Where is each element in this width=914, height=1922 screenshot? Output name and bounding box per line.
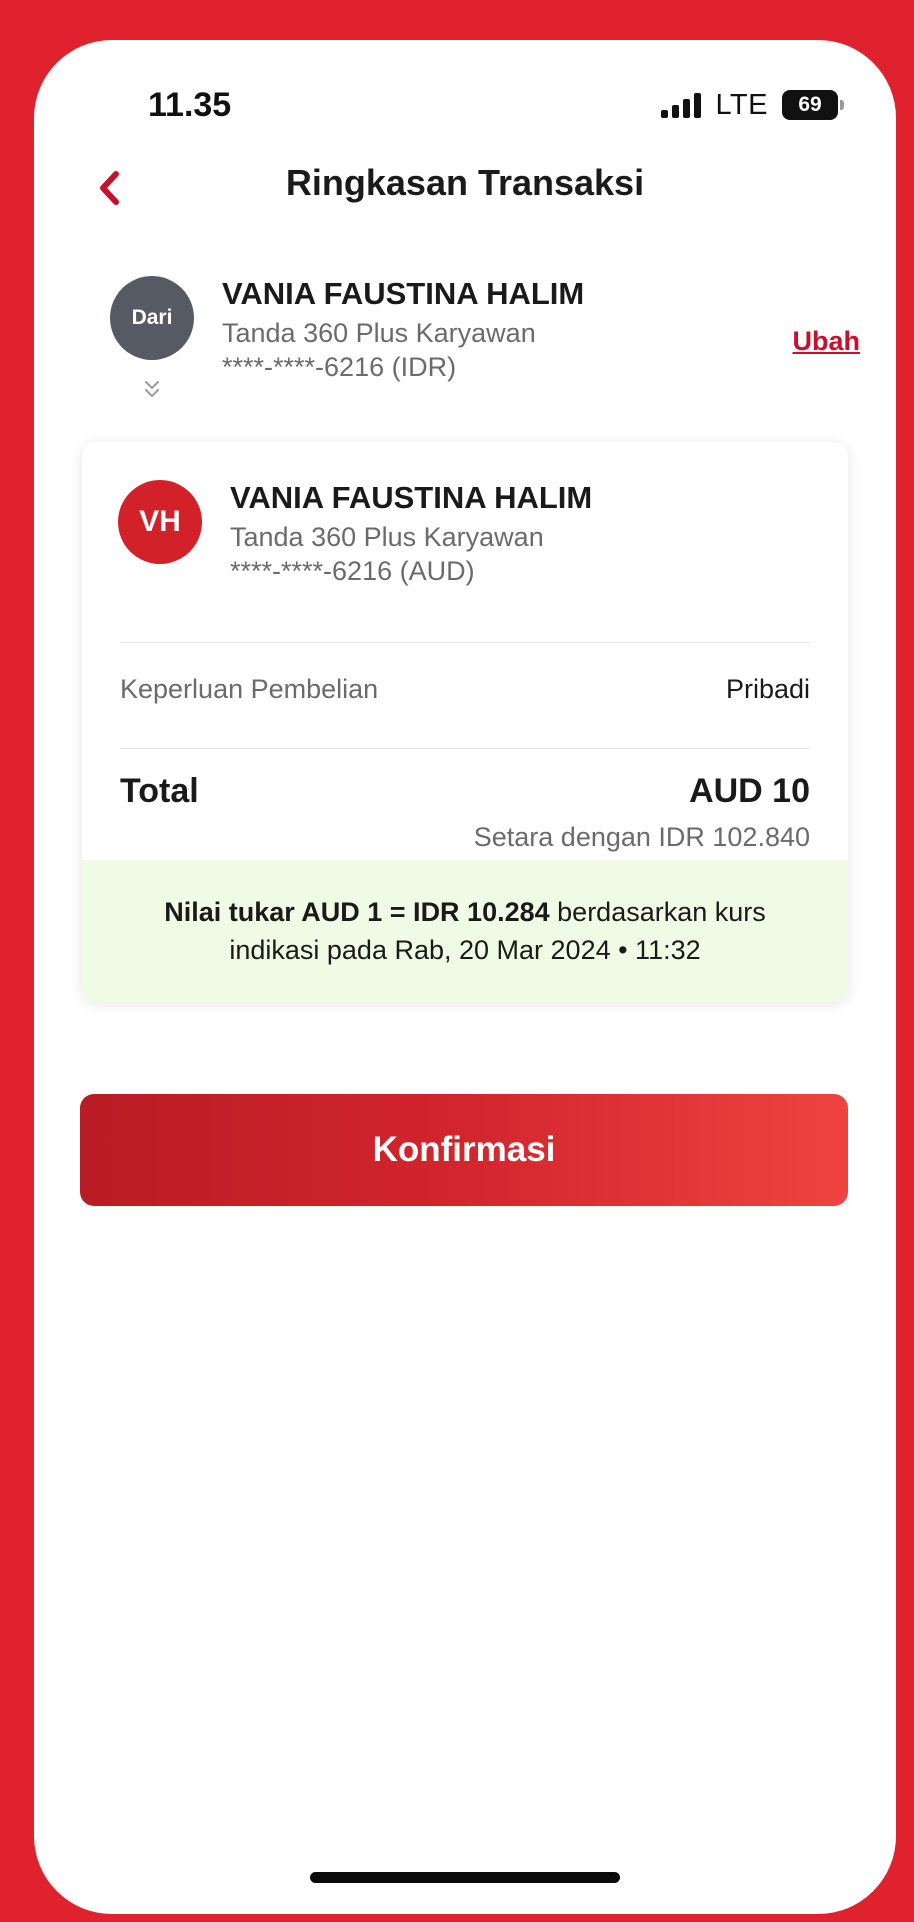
divider (120, 642, 810, 643)
exchange-rate-line1: Nilai tukar AUD 1 = IDR 10.284 berdasark… (164, 893, 766, 931)
destination-account: ****-****-6216 (AUD) (230, 556, 475, 586)
battery-level: 69 (798, 93, 822, 116)
transaction-card: VH VANIA FAUSTINA HALIM Tanda 360 Plus K… (82, 442, 848, 1002)
destination-avatar: VH (118, 480, 202, 564)
source-avatar: Dari (110, 276, 194, 360)
phone-screen: 11.35 LTE 69 Ringkasan Transaksi Dari VA… (34, 40, 896, 1914)
source-account: ****-****-6216 (IDR) (222, 352, 457, 382)
source-product: Tanda 360 Plus Karyawan (222, 318, 536, 348)
purpose-label: Keperluan Pembelian (120, 674, 379, 704)
destination-product: Tanda 360 Plus Karyawan (230, 522, 544, 552)
equivalent-amount: Setara dengan IDR 102.840 (473, 822, 810, 852)
total-label: Total (120, 772, 199, 810)
exchange-rate-basis: berdasarkan kurs (549, 897, 766, 927)
signal-icon (661, 92, 702, 118)
battery-icon: 69 (782, 90, 844, 120)
confirm-button[interactable]: Konfirmasi (80, 1094, 848, 1206)
source-name: VANIA FAUSTINA HALIM (222, 276, 585, 311)
exchange-rate-info: Nilai tukar AUD 1 = IDR 10.284 berdasark… (82, 860, 848, 1002)
page-title: Ringkasan Transaksi (285, 162, 645, 203)
status-indicators: LTE 69 (661, 88, 844, 121)
home-indicator[interactable] (310, 1872, 620, 1883)
total-value: AUD 10 (689, 772, 810, 810)
destination-initials: VH (139, 505, 181, 538)
divider (120, 748, 810, 749)
change-source-link[interactable]: Ubah (793, 326, 861, 357)
network-type: LTE (715, 88, 768, 121)
source-badge: Dari (131, 306, 173, 329)
exchange-rate-value: Nilai tukar AUD 1 = IDR 10.284 (164, 897, 550, 927)
double-chevron-down-icon (144, 380, 160, 398)
exchange-rate-timestamp: indikasi pada Rab, 20 Mar 2024 • 11:32 (229, 935, 701, 965)
status-time: 11.35 (148, 86, 232, 124)
purpose-value: Pribadi (725, 674, 810, 704)
destination-name: VANIA FAUSTINA HALIM (230, 480, 593, 515)
